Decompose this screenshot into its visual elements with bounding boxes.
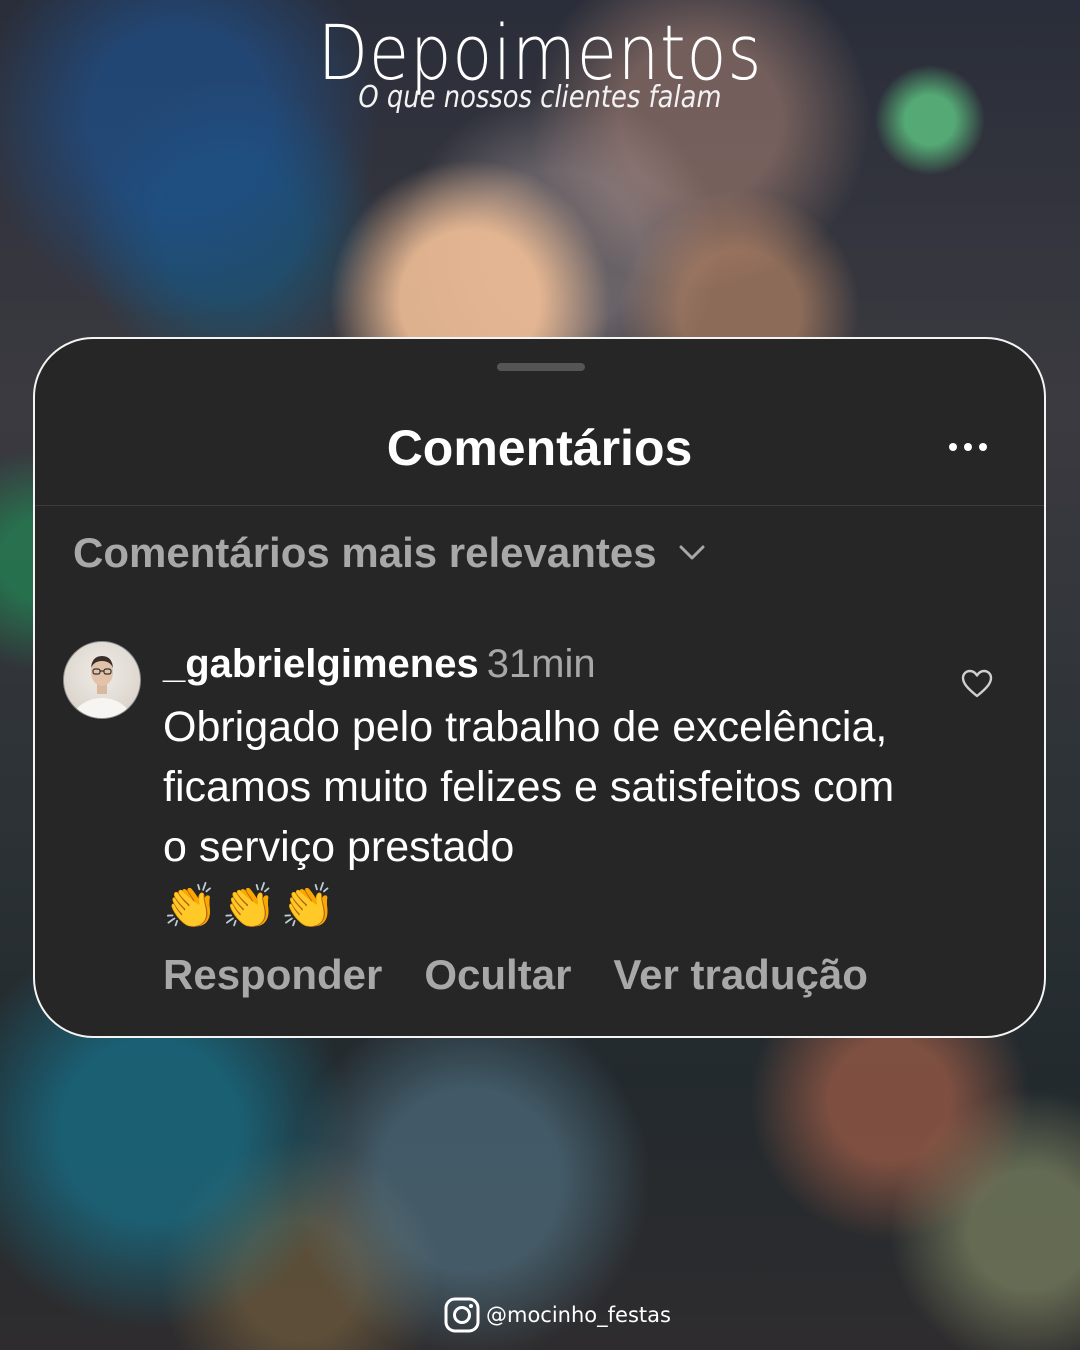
more-horizontal-icon[interactable] xyxy=(949,443,987,451)
sort-dropdown[interactable]: Comentários mais relevantes xyxy=(73,529,705,577)
comment-username[interactable]: _gabrielgimenes xyxy=(163,642,479,686)
comment: _gabrielgimenes 31min Obrigado pelo traba… xyxy=(163,639,923,999)
footer: @mocinho_festas xyxy=(444,1297,671,1333)
chevron-down-icon xyxy=(679,545,705,560)
heart-icon[interactable] xyxy=(961,669,993,699)
clapping-hands-emoji: 👏👏👏 xyxy=(163,882,340,931)
reply-button[interactable]: Responder xyxy=(163,951,382,999)
comment-body: Obrigado pelo trabalho de excelência, fi… xyxy=(163,703,895,871)
divider xyxy=(35,505,1044,506)
sort-label: Comentários mais relevantes xyxy=(73,529,657,576)
sheet-title: Comentários xyxy=(386,420,693,476)
comment-meta: _gabrielgimenes 31min xyxy=(163,639,923,689)
avatar[interactable] xyxy=(63,641,141,719)
header: Depoimentos O que nossos clientes falam xyxy=(0,10,1080,116)
instagram-icon xyxy=(444,1297,480,1333)
comment-time: 31min xyxy=(486,642,596,686)
translate-button[interactable]: Ver tradução xyxy=(613,951,867,999)
comment-text: Obrigado pelo trabalho de excelência, fi… xyxy=(163,697,923,937)
hide-button[interactable]: Ocultar xyxy=(424,951,571,999)
user-photo-icon xyxy=(72,656,132,718)
sheet-drag-handle[interactable] xyxy=(497,363,585,371)
page-subtitle: O que nossos clientes falam xyxy=(358,80,722,115)
comments-sheet: Comentários Comentários mais relevantes … xyxy=(33,337,1046,1038)
comment-actions: Responder Ocultar Ver tradução xyxy=(163,951,923,999)
footer-handle[interactable]: @mocinho_festas xyxy=(486,1303,671,1327)
